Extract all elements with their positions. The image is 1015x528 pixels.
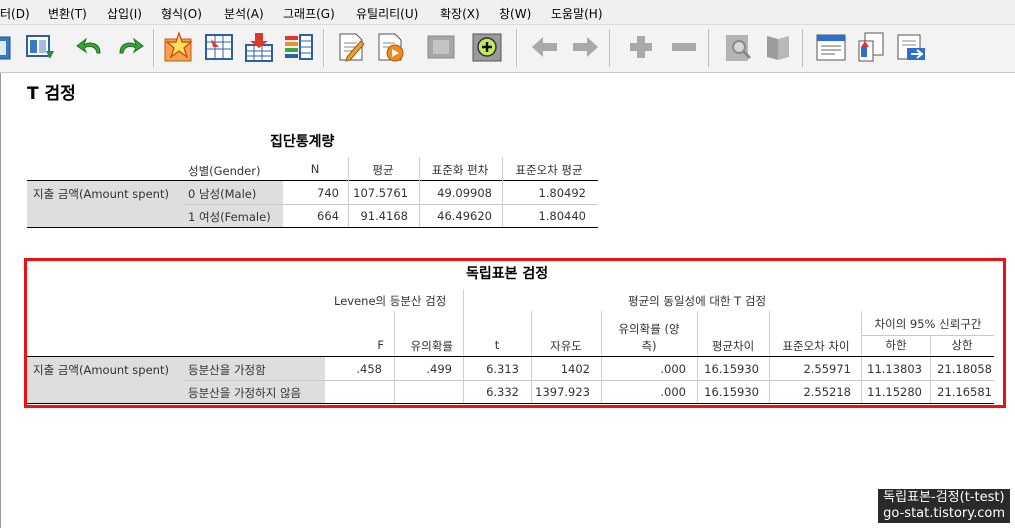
it-header-ci: 차이의 95% 신뢰구간 [874,317,982,331]
it-header-sig2-line1: 유의확률 (양 [618,322,680,336]
weight-cases-icon[interactable] [203,31,235,63]
gs-row1-sd: 49.09908 [437,186,492,200]
back-icon[interactable] [529,31,561,63]
menu-help[interactable]: 도움말(H) [551,5,603,22]
it-header-F: F [377,338,384,352]
insert-title-icon[interactable] [855,31,887,63]
it-header-upper: 상한 [951,338,973,352]
gs-variable: 지출 금액(Amount spent) [33,187,169,201]
designate-window-icon[interactable] [471,31,503,63]
menu-utilities[interactable]: 유틸리티(U) [356,5,418,22]
it-variable: 지출 금액(Amount spent) [33,363,169,377]
it-row1-se-diff: 2.55971 [803,362,851,376]
gs-row2-se: 1.80440 [538,209,586,223]
menu-bar: 터(D) 변환(T) 삽입(I) 형식(O) 분석(A) 그래프(G) 유틸리티… [0,0,1015,25]
gs-header-n: N [310,162,320,176]
it-row2-sig2: .000 [660,385,686,399]
gs-row1-group: 0 남성(Male) [188,187,257,201]
menu-window[interactable]: 창(W) [499,5,531,22]
it-row2-lower: 11.15280 [867,385,922,399]
it-row2-upper: 21.16581 [937,385,992,399]
it-header-t: t [494,338,500,352]
menu-analyze[interactable]: 분석(A) [224,5,264,22]
goto-case-icon[interactable] [24,31,56,63]
gs-row2-sd: 46.49620 [437,209,492,223]
dialog-recall-icon[interactable] [0,31,14,63]
gs-header-mean: 평균 [372,163,394,177]
watermark-line2: go-stat.tistory.com [883,506,1005,521]
it-row2-df: 1397.923 [535,385,590,399]
it-row2-mean-diff: 16.15930 [704,385,759,399]
gs-header-se: 표준오차 평균 [515,163,583,177]
it-row1-lower: 11.13803 [867,362,922,376]
zoom-icon[interactable] [722,31,754,63]
it-row1-sig: .499 [426,362,452,376]
value-labels-icon[interactable] [335,31,367,63]
split-file-icon[interactable] [283,31,315,63]
it-row2-t: 6.332 [486,385,519,399]
insert-heading-icon[interactable] [815,31,847,63]
undo-icon[interactable] [74,31,106,63]
it-row1-mean-diff: 16.15930 [704,362,759,376]
it-header-sig: 유의확률 [410,339,453,353]
expand-icon[interactable] [625,31,657,63]
group-stats-caption: 집단통계량 [270,134,335,150]
it-header-lower: 하한 [885,338,907,352]
gs-row1-se: 1.80492 [538,186,586,200]
insert-variable-icon[interactable] [243,31,275,63]
gs-header-group: 성별(Gender) [188,164,261,178]
it-row2-label: 등분산을 가정하지 않음 [188,386,302,400]
it-header-levene: Levene의 등분산 검정 [334,294,447,308]
select-cases-icon[interactable] [163,31,195,63]
it-header-mean-diff: 평균차이 [711,339,755,353]
menu-extensions[interactable]: 확장(X) [440,5,480,22]
menu-data[interactable]: 터(D) [0,5,30,22]
collapse-icon[interactable] [668,31,700,63]
it-header-se-diff: 표준오차 차이 [782,339,850,353]
show-all-icon[interactable] [425,31,457,63]
it-row1-F: .458 [356,362,382,376]
watermark: 독립표본-검정(t-test) go-stat.tistory.com [878,489,1010,523]
it-row1-label: 등분산을 가정함 [188,363,266,377]
it-header-df: 자유도 [550,339,582,353]
it-row1-upper: 21.18058 [937,362,992,376]
use-sets-icon[interactable] [375,31,407,63]
watermark-line1: 독립표본-검정(t-test) [883,490,1005,505]
it-row1-sig2: .000 [660,362,686,376]
it-row1-df: 1402 [560,362,590,376]
menu-format[interactable]: 형식(O) [161,5,202,22]
menu-graphs[interactable]: 그래프(G) [283,5,335,22]
output-title: T 검정 [27,84,76,104]
redo-icon[interactable] [114,31,146,63]
it-header-means: 평균의 동일성에 대한 T 검정 [628,294,767,308]
insert-text-icon[interactable] [895,31,927,63]
output-viewer-pane: T 검정 집단통계량 성별(Gender) N 평균 표준화 편차 표준오차 평… [0,73,1015,528]
gs-row1-n: 740 [317,186,339,200]
it-row1-t: 6.313 [486,362,519,376]
gs-row1-mean: 107.5761 [353,186,408,200]
gs-header-sd: 표준화 편차 [431,163,489,177]
it-row2-se-diff: 2.55218 [803,385,851,399]
forward-icon[interactable] [569,31,601,63]
toolbar [0,25,1015,73]
menu-insert[interactable]: 삽입(I) [107,5,142,22]
gs-row2-group: 1 여성(Female) [188,210,271,224]
it-header-sig2-line2: 측) [641,339,657,353]
ind-test-caption: 독립표본 검정 [466,266,549,282]
book-icon[interactable] [762,31,794,63]
gs-row2-n: 664 [317,209,339,223]
menu-transform[interactable]: 변환(T) [48,5,87,22]
gs-row2-mean: 91.4168 [360,209,408,223]
